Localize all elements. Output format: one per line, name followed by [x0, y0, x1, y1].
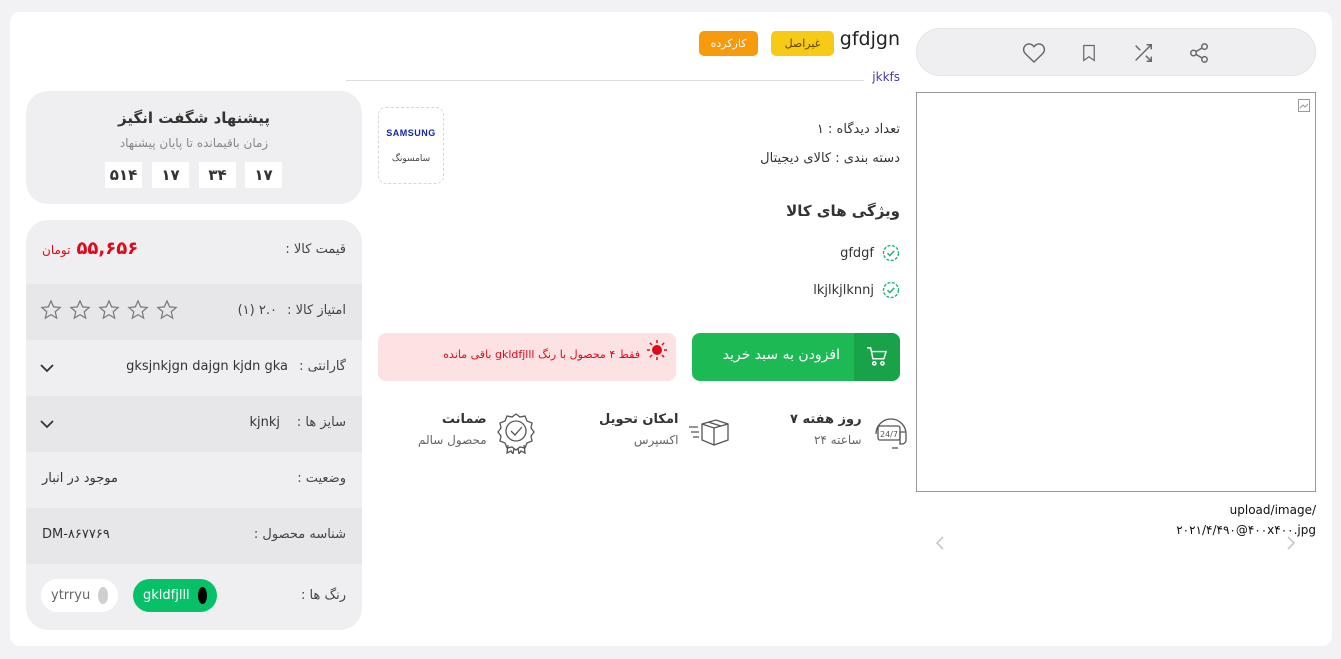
- sku-label: شناسه محصول :: [253, 527, 346, 542]
- add-to-cart-label: افزودن به سبد خرید: [722, 347, 840, 363]
- perk-subtitle: محصول سالم: [418, 433, 487, 447]
- star-icon[interactable]: [69, 299, 91, 321]
- perk-guarantee: ضمانت محصول سالم: [418, 412, 535, 454]
- rating-value: ۲.۰ (۱): [237, 303, 277, 318]
- brand-box[interactable]: SAMSUNG سامسونگ: [378, 107, 444, 184]
- shuffle-icon[interactable]: [1129, 39, 1157, 67]
- star-icon[interactable]: [40, 299, 62, 321]
- add-to-cart-button[interactable]: افزودن به سبد خرید: [692, 333, 900, 381]
- price-row: قیمت کالا : ۵۵,۶۵۶ تومان: [26, 220, 362, 276]
- original-badge: غیراصل: [771, 31, 834, 56]
- sku-row: شناسه محصول : DM-۸۶۷۷۶۹: [26, 508, 362, 564]
- price-value: ۵۵,۶۵۶: [76, 238, 139, 259]
- color-chip-selected[interactable]: gkldfjlll: [133, 579, 217, 612]
- color-swatch: [98, 587, 108, 604]
- delivery-box-icon: [689, 419, 730, 446]
- star-icon[interactable]: [156, 299, 178, 321]
- product-title: gfdjgn: [839, 28, 900, 50]
- used-badge: کارکرده: [699, 31, 758, 56]
- stock-warning-text: فقط ۴ محصول با رنگ gkldfjlll باقی مانده: [443, 348, 640, 361]
- perk-title: ۷ روز هفته: [790, 412, 862, 427]
- timer-box: ۱۷: [245, 162, 282, 188]
- feature-item: lkjlkjlknnj: [813, 281, 900, 299]
- stock-warning: فقط ۴ محصول با رنگ gkldfjlll باقی مانده: [378, 333, 676, 381]
- views-count[interactable]: تعداد دیدگاه : ۱: [817, 122, 900, 137]
- color-swatch: [197, 587, 207, 604]
- offer-heading: پیشنهاد شگفت انگیز: [118, 109, 270, 127]
- title-divider: [346, 80, 864, 81]
- support-247-icon: 24/7: [874, 418, 907, 449]
- feature-item: gfdgf: [840, 244, 900, 262]
- check-circle-icon: [882, 244, 900, 262]
- size-row[interactable]: سایز ها : kjnkj: [26, 396, 362, 452]
- svg-text:24/7: 24/7: [880, 430, 898, 439]
- perk-delivery: امکان تحویل اکسپرس: [599, 412, 730, 452]
- check-circle-icon: [882, 281, 900, 299]
- timer-box: ۱۷: [152, 162, 189, 188]
- feature-text: lkjlkjlknnj: [813, 282, 874, 298]
- warranty-row[interactable]: گارانتی : gksjnkjgn dajgn kjdn gka: [26, 340, 362, 396]
- alert-sun-icon: [646, 339, 668, 365]
- timer-box: ۵۱۴: [105, 162, 142, 188]
- perk-title: امکان تحویل: [599, 412, 679, 427]
- product-subtitle: jkkfs: [872, 70, 900, 84]
- sku-value: DM-۸۶۷۷۶۹: [42, 527, 110, 542]
- rating-label: امتیاز کالا :: [287, 303, 346, 318]
- chevron-down-icon[interactable]: [40, 362, 54, 377]
- rating-row: امتیاز کالا : ۲.۰ (۱): [26, 284, 362, 340]
- heart-icon[interactable]: [1020, 39, 1048, 67]
- gallery-prev-chevron-icon[interactable]: [1279, 532, 1301, 554]
- color-chip[interactable]: ytrryu: [41, 579, 118, 612]
- perk-subtitle: ۲۴ ساعته: [813, 433, 862, 447]
- features-heading: ویژگی های کالا: [786, 202, 900, 220]
- warranty-label: گارانتی :: [299, 359, 346, 374]
- price-label: قیمت کالا :: [285, 242, 346, 257]
- status-label: وضعیت :: [297, 471, 346, 486]
- size-label: سایز ها :: [296, 415, 346, 430]
- guarantee-badge-icon: [496, 413, 535, 454]
- colors-label: رنگ ها :: [301, 588, 346, 603]
- perk-title: ضمانت: [441, 412, 487, 427]
- amazing-offer-box: پیشنهاد شگفت انگیز زمان باقیمانده تا پای…: [26, 91, 362, 204]
- perk-support: ۷ روز هفته ۲۴ ساعته 24/7: [790, 412, 910, 454]
- currency-label: تومان: [42, 243, 71, 257]
- warranty-value: gksjnkjgn dajgn kjdn gka: [126, 359, 288, 374]
- chevron-down-icon[interactable]: [40, 418, 54, 433]
- price-value-group: ۵۵,۶۵۶ تومان: [42, 238, 138, 259]
- brand-logo: SAMSUNG: [386, 127, 436, 138]
- offer-subheading: زمان باقیمانده تا پایان پیشنهاد: [119, 136, 269, 150]
- feature-text: gfdgf: [840, 245, 874, 261]
- status-row: وضعیت : موجود در انبار: [26, 452, 362, 508]
- star-icon[interactable]: [127, 299, 149, 321]
- rating-stars[interactable]: [40, 299, 178, 321]
- broken-image-icon: [1298, 97, 1310, 112]
- size-value: kjnkj: [249, 415, 280, 430]
- product-main-image[interactable]: [916, 92, 1316, 492]
- status-value: موجود در انبار: [42, 471, 118, 486]
- color-chip-label: ytrryu: [51, 588, 91, 603]
- star-icon[interactable]: [98, 299, 120, 321]
- rating-label-group: امتیاز کالا : ۲.۰ (۱): [238, 303, 346, 318]
- cart-icon: [854, 333, 900, 381]
- perk-subtitle: اکسپرس: [633, 433, 679, 447]
- brand-name: سامسونگ: [391, 153, 431, 164]
- timer-box: ۳۴: [199, 162, 236, 188]
- category-link[interactable]: دسته بندی : کالای دیجیتال: [760, 151, 900, 166]
- color-chip-label: gkldfjlll: [143, 588, 190, 603]
- product-action-bar: [916, 28, 1316, 76]
- share-icon[interactable]: [1185, 39, 1213, 67]
- gallery-next-chevron-icon[interactable]: [930, 532, 952, 554]
- bookmark-icon[interactable]: [1075, 39, 1103, 67]
- product-details-panel: قیمت کالا : ۵۵,۶۵۶ تومان امتیاز کالا : ۲…: [26, 220, 362, 630]
